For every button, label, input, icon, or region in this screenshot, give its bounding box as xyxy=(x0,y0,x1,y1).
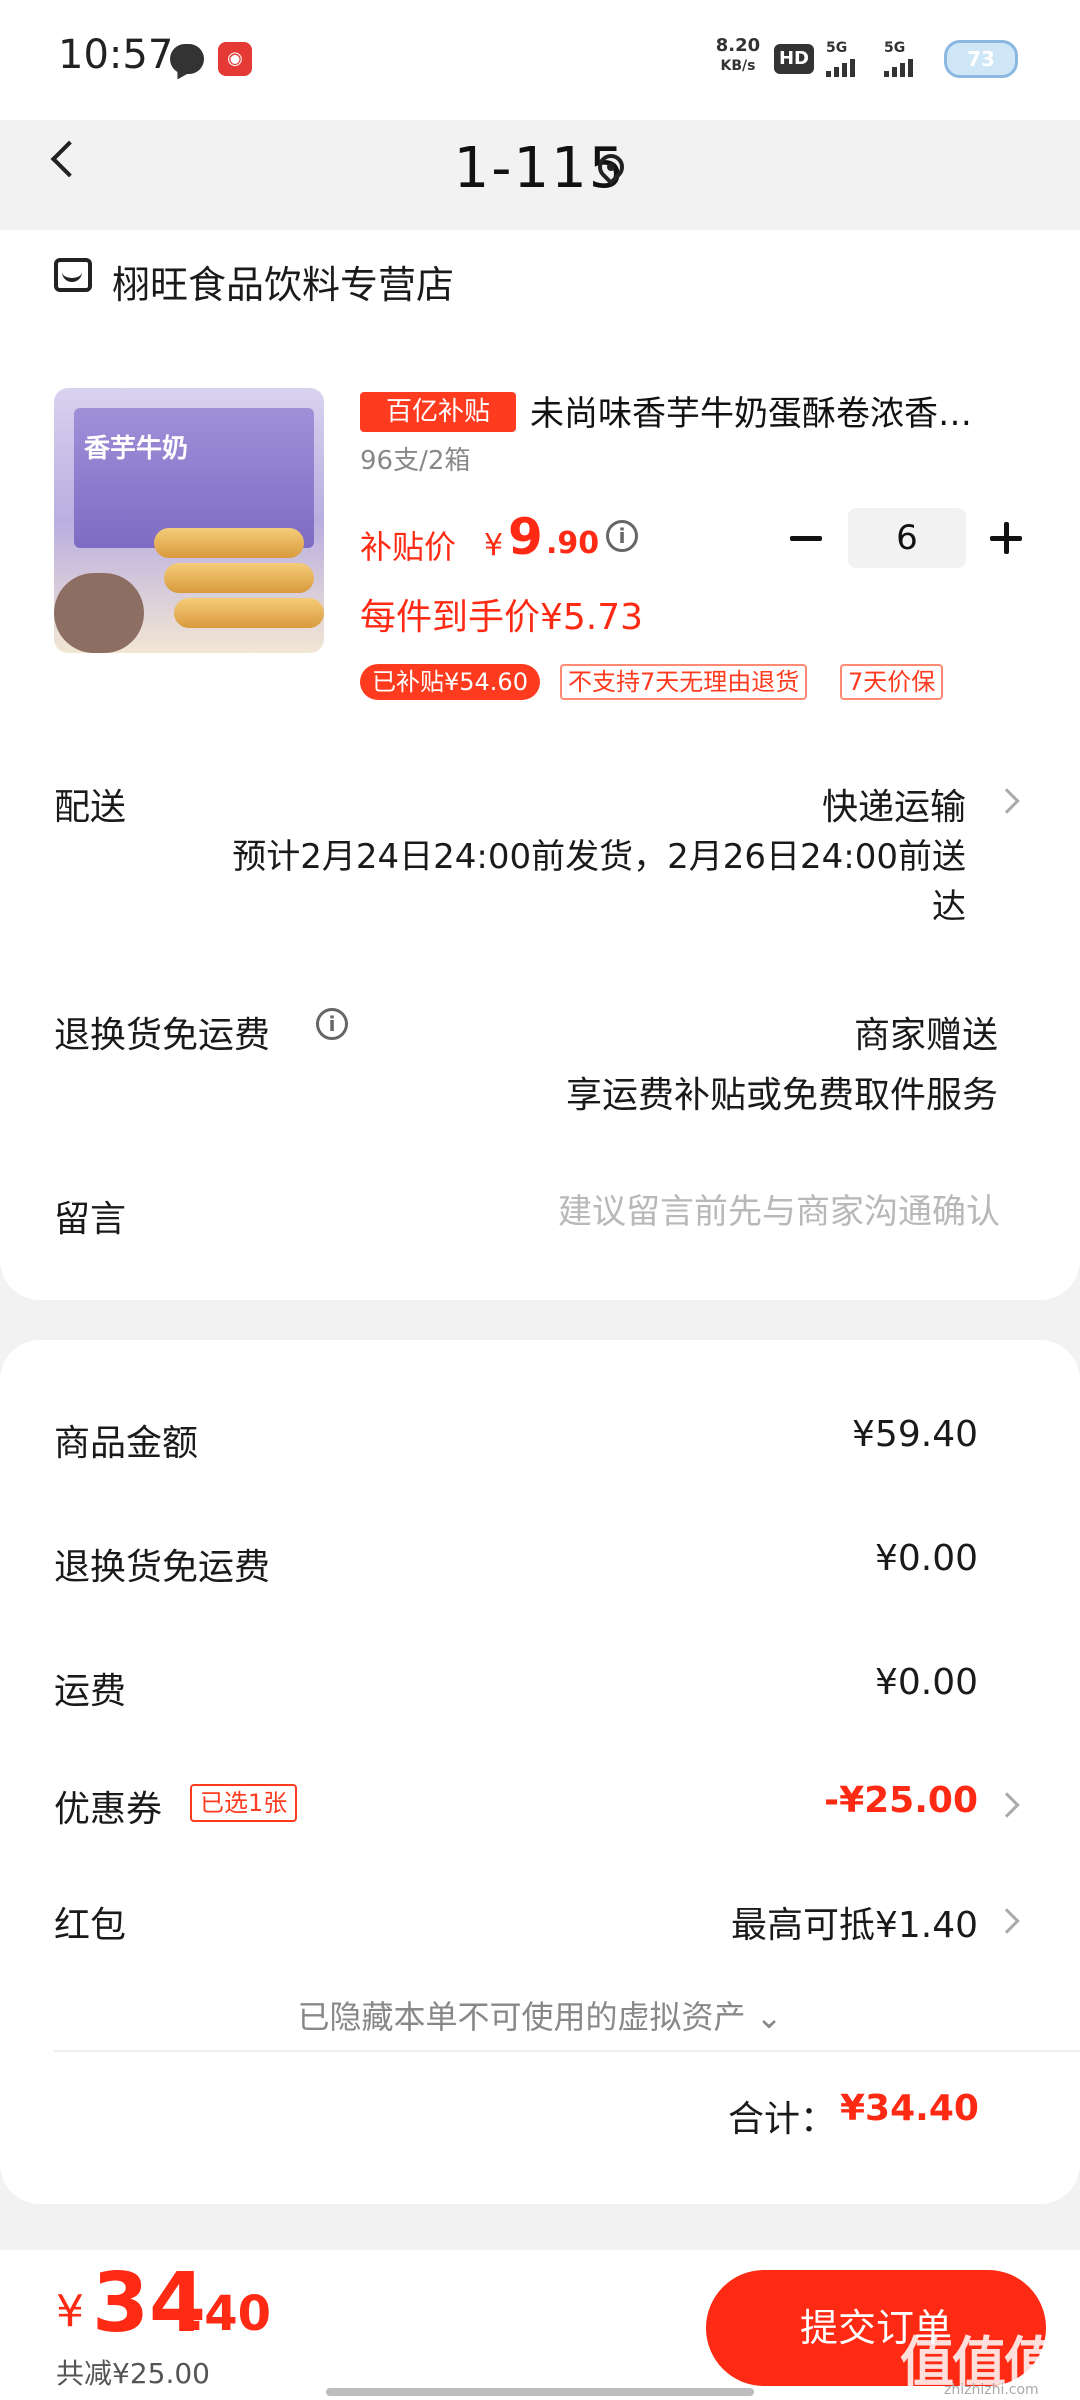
total-label: 合计： xyxy=(727,2099,836,2140)
signal-5g-label-2: 5G xyxy=(884,40,906,56)
price-protect-tag: 7天价保 xyxy=(840,664,944,700)
store-name[interactable]: 栩旺食品饮料专营店 xyxy=(112,254,454,309)
summary-divider xyxy=(54,2050,1080,2052)
coupon-label: 优惠券 xyxy=(54,1789,163,1830)
home-indicator[interactable] xyxy=(326,2388,754,2396)
signal-bars-2-icon xyxy=(884,58,916,77)
price-currency: ¥ xyxy=(484,528,504,563)
return-shipping-info-icon[interactable]: i xyxy=(316,1008,348,1040)
product-title[interactable]: 未尚味香芋牛奶蛋酥卷浓香酥脆 xyxy=(530,386,1000,435)
price-integer: 9 xyxy=(508,508,543,566)
signal-bars-1-icon xyxy=(826,58,858,77)
goods-amount-value: ¥59.40 xyxy=(852,1414,978,1455)
total-value: ¥34.40 xyxy=(840,2088,979,2129)
price-decimal: .90 xyxy=(546,526,600,561)
bottom-total-currency: ¥ xyxy=(56,2286,84,2337)
subsidy-badge: 百亿补贴 xyxy=(360,392,516,432)
no-return-tag: 不支持7天无理由退货 xyxy=(560,664,808,700)
coupon-selected-tag[interactable]: 已选1张 xyxy=(190,1784,298,1822)
hidden-assets-toggle[interactable]: 已隐藏本单不可使用的虚拟资产 ⌄ xyxy=(0,1992,1080,2038)
status-time: 10:57 xyxy=(58,32,174,78)
app-notification-icon: ◉ xyxy=(218,42,252,76)
battery-icon: 73 xyxy=(944,40,1018,78)
signal-5g-label-1: 5G xyxy=(826,40,848,56)
return-shipping-value: 商家赠送 xyxy=(853,1015,998,1056)
hd-voice-icon: HD xyxy=(774,44,814,74)
store-icon xyxy=(54,258,92,292)
message-input[interactable] xyxy=(420,1184,1000,1240)
product-image[interactable]: 香芋牛奶 xyxy=(54,388,324,653)
shipping-eta: 预计2月24日24:00前发货，2月26日24:00前送达 xyxy=(232,837,966,927)
network-speed-value: 8.20 xyxy=(715,35,761,56)
price-info-icon[interactable]: i xyxy=(606,520,638,552)
page-title: 1-115 xyxy=(453,136,627,201)
quantity-increase-button[interactable] xyxy=(990,522,1022,554)
quantity-input[interactable]: 6 xyxy=(848,508,966,568)
network-speed-unit: KB/s xyxy=(720,58,756,74)
return-shipping-sub: 享运费补贴或免费取件服务 xyxy=(565,1075,998,1116)
shipping-method[interactable]: 快递运输 xyxy=(600,778,966,830)
bottom-total-decimal: .40 xyxy=(186,2286,272,2342)
chat-notification-icon xyxy=(170,44,204,74)
return-fee-label: 退换货免运费 xyxy=(54,1547,271,1588)
return-shipping-label: 退换货免运费 xyxy=(54,1015,271,1056)
message-label: 留言 xyxy=(54,1199,127,1240)
bottom-saved-amount: 共减¥25.00 xyxy=(56,2357,210,2390)
network-speed: 8.20 KB/s xyxy=(710,36,766,76)
price-label: 补贴价 xyxy=(360,528,457,566)
quantity-decrease-button[interactable] xyxy=(790,522,822,554)
red-packet-value[interactable]: 最高可抵¥1.40 xyxy=(600,1896,978,1948)
product-spec[interactable]: 96支/2箱 xyxy=(360,440,470,477)
red-packet-label: 红包 xyxy=(54,1905,127,1946)
shipping-fee-label: 运费 xyxy=(54,1671,127,1712)
shipping-label: 配送 xyxy=(54,787,127,828)
return-fee-value: ¥0.00 xyxy=(874,1538,978,1579)
coupon-value[interactable]: -¥25.00 xyxy=(600,1780,978,1821)
unit-price: 每件到手价¥5.73 xyxy=(360,597,644,638)
subsidy-amount-tag: 已补贴¥54.60 xyxy=(360,664,540,700)
summary-card xyxy=(0,1340,1080,2204)
shipping-fee-value: ¥0.00 xyxy=(874,1662,978,1703)
watermark-url: zhizhizhi.com xyxy=(944,2382,1039,2398)
goods-amount-label: 商品金额 xyxy=(54,1423,199,1464)
